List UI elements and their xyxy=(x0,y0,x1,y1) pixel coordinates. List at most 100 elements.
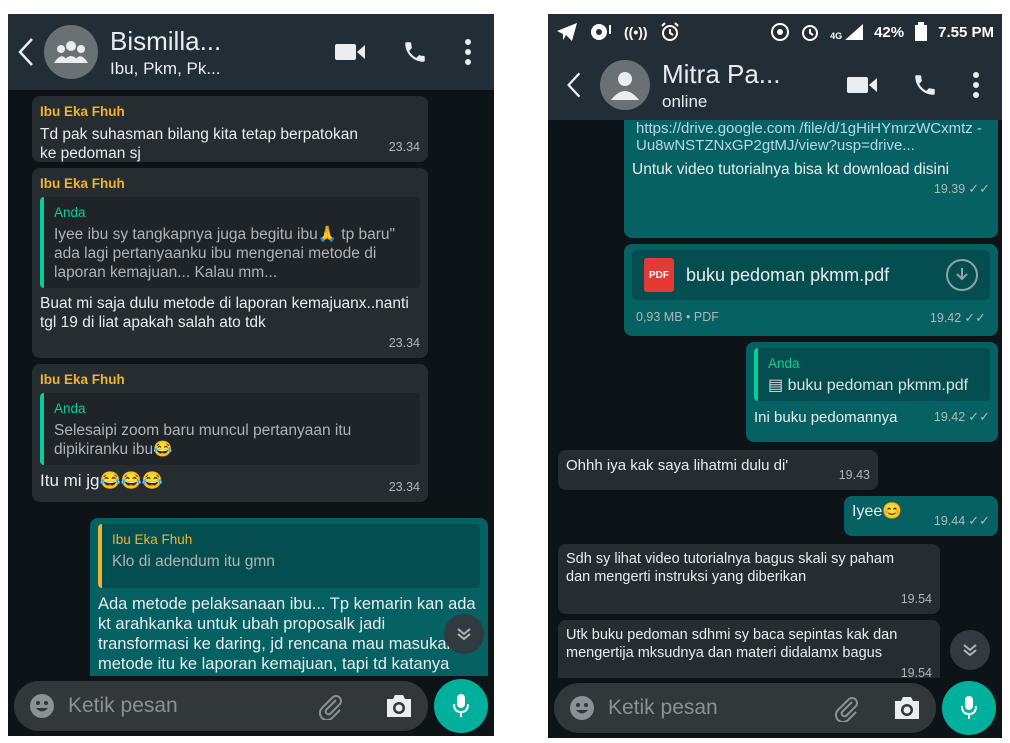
incoming-message[interactable]: Sdh sy lihat video tutorialnya bagus ska… xyxy=(558,544,940,614)
attach-icon[interactable] xyxy=(316,692,344,720)
more-options-icon[interactable] xyxy=(972,71,980,99)
message-time: 19.54 xyxy=(900,666,932,678)
status-bar: ((•)) 4G 42% 7.55 PM xyxy=(548,14,1002,50)
scroll-to-bottom-button[interactable] xyxy=(444,614,484,654)
outgoing-document-message[interactable]: PDF buku pedoman pkmm.pdf 0,93 MB • PDF … xyxy=(624,244,998,336)
quote-text: ▤ buku pedoman pkmm.pdf xyxy=(768,377,969,394)
message-time: 19.54 xyxy=(900,592,932,606)
group-icon xyxy=(54,41,88,63)
quote-text: Klo di adendum itu gmn xyxy=(112,553,275,570)
message-text: Td pak suhasman bilang kita tetap berpat… xyxy=(40,126,358,162)
double-chevron-down-icon xyxy=(963,644,977,657)
quoted-message[interactable]: Anda Iyee ibu sy tangkapnya juga begitu … xyxy=(40,197,420,288)
outgoing-reply-message[interactable]: Ibu Eka Fhuh Klo di adendum itu gmn Ada … xyxy=(90,518,488,676)
chat-header: Mitra Pa... online xyxy=(548,50,1002,120)
message-text: Ada metode pelaksanaan ibu... Tp kemarin… xyxy=(98,595,476,676)
group-avatar[interactable] xyxy=(44,25,98,79)
hotspot-icon: ((•)) xyxy=(624,24,648,40)
alarm-icon xyxy=(802,25,819,41)
location-icon xyxy=(771,23,790,41)
message-text: Untuk video tutorialnya bisa kt download… xyxy=(632,161,950,178)
quoted-message[interactable]: Anda ▤ buku pedoman pkmm.pdf xyxy=(754,348,990,401)
alarm-icon xyxy=(660,22,679,41)
outgoing-message[interactable]: Iyee😊 19.44 ✓✓ xyxy=(844,496,998,536)
microphone-icon xyxy=(961,696,977,719)
signal-indicator: 4G xyxy=(830,23,864,41)
outgoing-reply-message[interactable]: Anda ▤ buku pedoman pkmm.pdf Ini buku pe… xyxy=(746,342,998,442)
attach-icon[interactable] xyxy=(832,694,860,722)
notification-bubble-icon xyxy=(591,24,611,40)
document-meta: 0,93 MB • PDF 19.42 ✓✓ xyxy=(632,308,990,328)
quote-text: Iyee ibu sy tangkapnya juga begitu ibu🙏 … xyxy=(54,226,396,281)
message-time: 19.43 xyxy=(838,468,870,482)
back-button[interactable] xyxy=(8,36,44,68)
chat-title-box[interactable]: Bismilla... Ibu, Pkm, Pk... xyxy=(110,26,334,79)
message-time: 19.42 ✓✓ xyxy=(929,310,986,325)
quote-sender: Anda xyxy=(54,205,86,220)
message-text: Ohhh iya kak saya lihatmi dulu di' xyxy=(566,457,789,474)
quoted-message[interactable]: Anda Selesaipi zoom baru muncul pertanya… xyxy=(40,393,420,465)
incoming-message[interactable]: Utk buku pedoman sdhmi sy baca sepintas … xyxy=(558,620,940,678)
emoji-icon[interactable] xyxy=(568,694,596,722)
voice-call-icon[interactable] xyxy=(402,39,428,65)
incoming-message[interactable]: Ibu Eka Fhuh Td pak suhasman bilang kita… xyxy=(32,96,428,162)
message-time: 23.34 xyxy=(388,480,420,494)
quote-text: Selesaipi zoom baru muncul pertanyaan it… xyxy=(54,422,352,458)
input-placeholder: Ketik pesan xyxy=(608,696,718,719)
read-ticks-icon: ✓✓ xyxy=(968,181,990,196)
more-options-icon[interactable] xyxy=(464,38,472,66)
quoted-message[interactable]: Ibu Eka Fhuh Klo di adendum itu gmn xyxy=(98,524,480,588)
document-name: buku pedoman pkmm.pdf xyxy=(686,264,890,285)
battery-icon xyxy=(915,22,928,41)
person-icon xyxy=(611,72,639,100)
incoming-reply-message[interactable]: Ibu Eka Fhuh Anda Selesaipi zoom baru mu… xyxy=(32,364,428,502)
message-text: Utk buku pedoman sdhmi sy baca sepintas … xyxy=(566,627,898,661)
message-text: Buat mi saja dulu metode di laporan kema… xyxy=(40,295,409,331)
back-button[interactable] xyxy=(548,70,600,100)
chat-title: Mitra Pa... xyxy=(662,58,781,89)
chat-participants: Ibu, Pkm, Pk... xyxy=(110,58,221,78)
message-text: Ini buku pedomannya xyxy=(754,409,898,426)
scroll-to-bottom-button[interactable] xyxy=(950,630,990,670)
drive-link[interactable]: https://drive.google.com /file/d/1gHiHYm… xyxy=(632,120,990,154)
outgoing-link-message[interactable]: https://drive.google.com /file/d/1gHiHYm… xyxy=(624,120,998,238)
signal-icon xyxy=(845,24,864,40)
message-time: 19.42 ✓✓ xyxy=(933,409,990,424)
message-text: Itu mi jg😂😂😂 xyxy=(40,471,164,490)
camera-icon[interactable] xyxy=(384,693,414,719)
contact-status: online xyxy=(662,91,708,111)
chat-header: Bismilla... Ibu, Pkm, Pk... xyxy=(8,14,494,90)
message-list[interactable]: https://drive.google.com /file/d/1gHiHYm… xyxy=(548,120,1002,678)
message-input[interactable]: Ketik pesan xyxy=(14,681,428,731)
camera-icon[interactable] xyxy=(892,695,922,721)
battery-percent: 42% xyxy=(874,23,905,41)
quote-sender: Ibu Eka Fhuh xyxy=(112,532,193,547)
download-arrow-icon xyxy=(956,268,968,281)
message-text: Iyee😊 xyxy=(852,503,903,520)
back-arrow-icon xyxy=(18,38,33,66)
network-type: 4G xyxy=(830,31,843,41)
chat-title-box[interactable]: Mitra Pa... online xyxy=(662,59,846,112)
chat-title: Bismilla... xyxy=(110,25,222,56)
document-size: 0,93 MB • PDF xyxy=(636,310,719,324)
message-time: 19.44 ✓✓ xyxy=(933,513,990,528)
quote-sender: Anda xyxy=(768,356,800,371)
read-ticks-icon: ✓✓ xyxy=(968,409,990,424)
message-list[interactable]: Ibu Eka Fhuh Td pak suhasman bilang kita… xyxy=(8,90,494,676)
left-chat-screen: Bismilla... Ibu, Pkm, Pk... Ibu Eka Fhuh… xyxy=(8,14,494,736)
voice-note-button[interactable] xyxy=(434,679,488,733)
compose-bar: Ketik pesan xyxy=(8,676,494,736)
video-call-icon[interactable] xyxy=(334,41,366,63)
incoming-reply-message[interactable]: Ibu Eka Fhuh Anda Iyee ibu sy tangkapnya… xyxy=(32,168,428,358)
contact-avatar[interactable] xyxy=(600,60,650,110)
download-button[interactable] xyxy=(946,259,978,291)
message-input[interactable]: Ketik pesan xyxy=(554,683,936,733)
quote-sender: Anda xyxy=(54,401,86,416)
emoji-icon[interactable] xyxy=(28,692,56,720)
document-card[interactable]: PDF buku pedoman pkmm.pdf xyxy=(632,250,990,300)
voice-note-button[interactable] xyxy=(942,681,996,735)
voice-call-icon[interactable] xyxy=(912,72,938,98)
sender-name: Ibu Eka Fhuh xyxy=(40,176,125,191)
video-call-icon[interactable] xyxy=(846,74,878,96)
incoming-message[interactable]: Ohhh iya kak saya lihatmi dulu di' 19.43 xyxy=(558,450,878,490)
